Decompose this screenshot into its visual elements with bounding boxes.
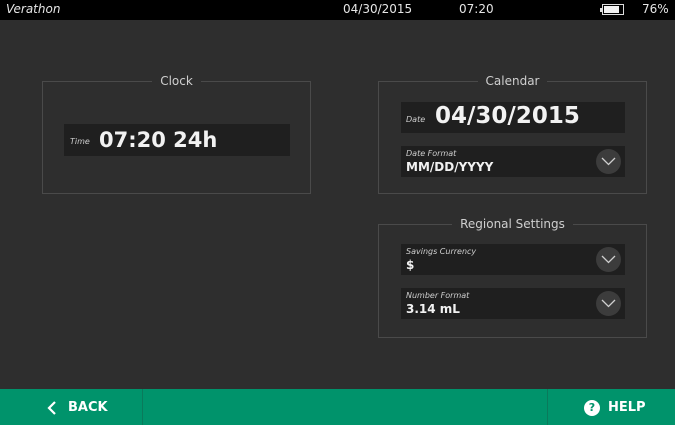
date-format-select[interactable]: Date Format MM/DD/YYYY (401, 146, 625, 177)
time-value: 07:20 24h (99, 128, 218, 152)
battery-percent: 76% (642, 2, 669, 16)
chevron-left-icon (47, 401, 56, 415)
bottom-nav-bar: BACK ? HELP (0, 389, 675, 425)
date-format-label: Date Format (406, 149, 457, 158)
date-field[interactable]: Date 04/30/2015 (401, 102, 625, 133)
status-bar: Verathon 04/30/2015 07:20 76% (0, 0, 675, 20)
number-format-label: Number Format (406, 291, 470, 300)
help-button[interactable]: ? HELP (548, 389, 675, 425)
date-format-value: MM/DD/YYYY (406, 160, 494, 174)
regional-settings-title: Regional Settings (452, 217, 573, 231)
help-icon: ? (584, 400, 600, 416)
number-format-select[interactable]: Number Format 3.14 mL (401, 288, 625, 319)
regional-settings-panel: Regional Settings Savings Currency $ Num… (378, 217, 647, 338)
back-button[interactable]: BACK (0, 389, 142, 425)
chevron-down-icon[interactable] (596, 247, 621, 272)
battery-icon (600, 4, 624, 15)
calendar-panel: Calendar Date 04/30/2015 Date Format MM/… (378, 74, 647, 194)
help-label: HELP (608, 400, 646, 415)
clock-panel-title: Clock (152, 74, 201, 88)
date-value: 04/30/2015 (435, 103, 580, 129)
status-time: 07:20 (459, 2, 494, 16)
divider (142, 389, 143, 425)
time-field[interactable]: Time 07:20 24h (64, 124, 290, 156)
status-date: 04/30/2015 (343, 2, 413, 16)
calendar-panel-title: Calendar (477, 74, 548, 88)
date-label: Date (406, 115, 426, 124)
back-label: BACK (68, 400, 108, 415)
savings-currency-select[interactable]: Savings Currency $ (401, 244, 625, 275)
time-label: Time (70, 137, 90, 146)
savings-currency-label: Savings Currency (406, 247, 477, 256)
brand-name: Verathon (6, 2, 61, 16)
savings-currency-value: $ (406, 258, 415, 272)
chevron-down-icon[interactable] (596, 291, 621, 316)
number-format-value: 3.14 mL (406, 302, 460, 316)
chevron-down-icon[interactable] (596, 149, 621, 174)
clock-panel: Clock Time 07:20 24h (42, 74, 311, 194)
